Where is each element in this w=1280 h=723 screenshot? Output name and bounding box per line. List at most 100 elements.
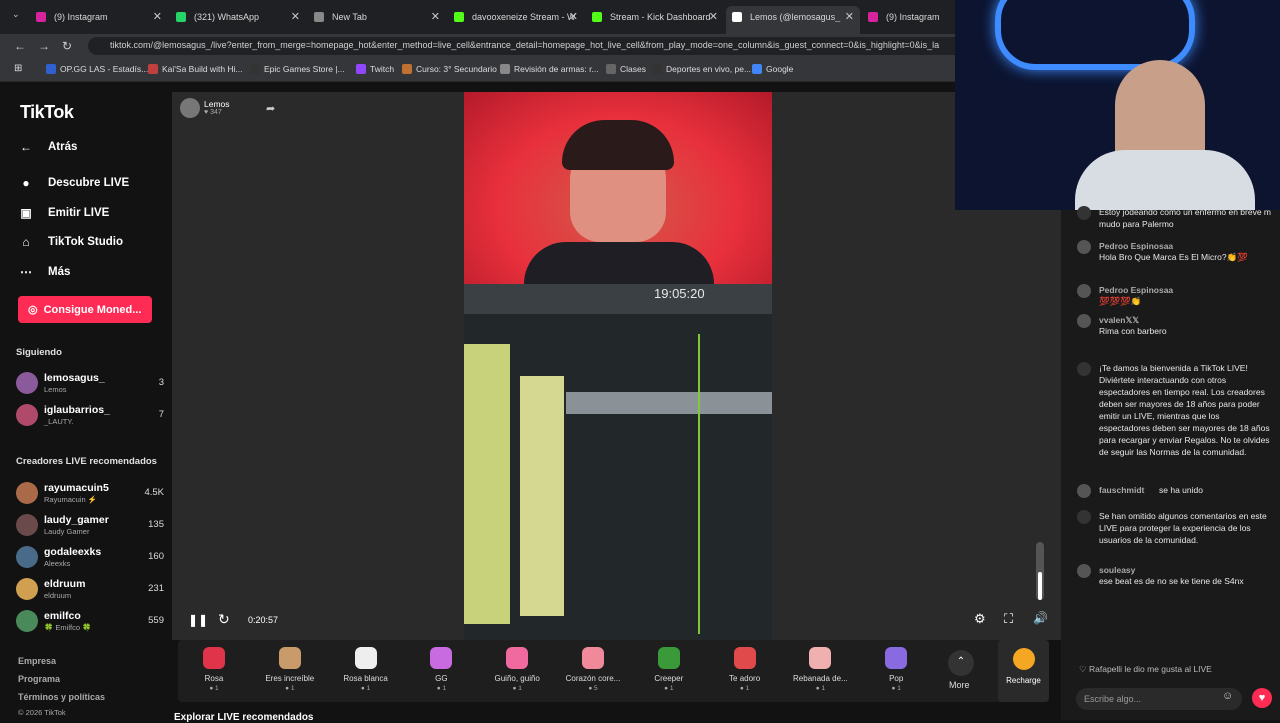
coin-icon: ◎: [28, 304, 38, 316]
gift-name: Eres increíble: [265, 674, 315, 683]
gift-icon: [809, 647, 832, 669]
gift-price: ● 5: [588, 685, 598, 692]
emoji-icon[interactable]: ☺: [1222, 690, 1233, 702]
gift-item[interactable]: Pop ● 1: [860, 640, 932, 702]
sidebar-item-go-live[interactable]: ▣ Emitir LIVE: [18, 206, 109, 220]
tiktok-logo[interactable]: TikTok: [20, 102, 74, 123]
get-coins-button[interactable]: ◎ Consigue Moned...: [18, 296, 152, 323]
bookmark-item[interactable]: Clases: [606, 64, 646, 74]
account-nickname: eldruum: [44, 591, 72, 600]
account-item[interactable]: rayumacuin5 Rayumacuin ⚡ 4.5K: [16, 480, 164, 508]
tiktok-sidebar: TikTok ← Atrás ◎ Consigue Moned... Siguien…: [0, 82, 172, 720]
chat-input[interactable]: Escribe algo...: [1076, 688, 1242, 710]
back-arrow-icon[interactable]: ←: [14, 39, 26, 53]
gift-icon: [354, 647, 377, 669]
tab-close-icon[interactable]: ✕: [153, 10, 162, 23]
gift-item[interactable]: Rosa blanca ● 1: [330, 640, 402, 702]
gift-icon: [506, 647, 529, 669]
footer-link[interactable]: Empresa: [18, 656, 56, 666]
volume-icon[interactable]: 🔊: [1033, 611, 1048, 625]
reload-icon[interactable]: ↻: [62, 39, 72, 53]
sidebar-item-tiktok-studio[interactable]: ⌂ TikTok Studio: [18, 235, 123, 249]
gift-price: ● 1: [739, 685, 750, 692]
browser-tab[interactable]: (9) Instagram ✕: [30, 6, 168, 28]
bookmark-item[interactable]: Curso: 3° Secundario: [402, 64, 497, 74]
sidebar-item-more[interactable]: ⋯ Más: [18, 265, 70, 279]
browser-tab[interactable]: New Tab ✕: [308, 6, 446, 28]
bookmark-favicon-icon: [500, 64, 510, 74]
sidebar-item-discover-live[interactable]: ● Descubre LIVE: [18, 176, 129, 190]
refresh-icon[interactable]: ↻: [218, 611, 230, 628]
streamer-camera: [464, 92, 772, 284]
account-item[interactable]: emilfco 🍀 Emilfco 🍀 559: [16, 608, 164, 636]
gift-price: ● 1: [512, 685, 522, 692]
chat-username[interactable]: fauschmidt: [1099, 484, 1144, 496]
gift-item[interactable]: Te adoro ● 1: [709, 640, 781, 702]
bookmark-item[interactable]: Revisión de armas: r...: [500, 64, 599, 74]
chat-avatar: [1077, 362, 1091, 376]
daw-channel-rack: [464, 344, 510, 624]
bookmark-item[interactable]: OP.GG LAS - Estadís...: [46, 64, 148, 74]
tab-close-icon[interactable]: ✕: [569, 10, 578, 23]
share-icon[interactable]: ➦: [266, 102, 275, 115]
volume-slider[interactable]: [1036, 542, 1044, 600]
tab-close-icon[interactable]: ✕: [431, 10, 440, 23]
favicon-icon: [36, 12, 46, 22]
gift-item[interactable]: Rosa ● 1: [178, 640, 250, 702]
gift-chevron-icon[interactable]: ⌃: [948, 650, 974, 676]
chat-text: Hola Bro Que Marca Es El Micro?👏💯: [1099, 252, 1248, 262]
chat-like-notice: ♡ Rafapelli le dio me gusta al LIVE: [1079, 664, 1212, 674]
gift-item[interactable]: Eres increíble ● 1: [254, 640, 326, 702]
pause-icon[interactable]: ❚❚: [188, 613, 208, 627]
gift-item[interactable]: Guiño, guiño ● 1: [481, 640, 553, 702]
account-item[interactable]: laudy_gamer Laudy Gamer 135: [16, 512, 164, 540]
apps-grid-icon[interactable]: ⊞: [14, 63, 22, 74]
chat-avatar: [1077, 564, 1091, 578]
account-item[interactable]: lemosagus_ Lemos 3: [16, 370, 164, 398]
avatar: [16, 514, 38, 536]
gift-item[interactable]: GG ● 1: [405, 640, 477, 702]
back-link[interactable]: ← Atrás: [18, 140, 77, 154]
gift-name: GG: [435, 674, 448, 683]
bookmark-item[interactable]: Google: [752, 64, 793, 74]
more-gifts-button[interactable]: More: [949, 680, 970, 690]
account-item[interactable]: iglaubarrios_ _LAUTY. 7: [16, 402, 164, 430]
footer-link[interactable]: Programa: [18, 674, 60, 684]
like-heart-button[interactable]: ♥: [1252, 688, 1272, 708]
account-item[interactable]: godaleexks Aleexks 160: [16, 544, 164, 572]
tab-close-icon[interactable]: ✕: [845, 10, 854, 23]
bookmark-item[interactable]: Kai'Sa Build with Hi...: [148, 64, 243, 74]
tab-list-chevron-icon[interactable]: ⌄: [12, 9, 20, 20]
browser-tab[interactable]: (9) Instagram: [862, 6, 954, 28]
tab-label: Lemos (@lemosagus_: [750, 12, 841, 22]
daw-mixer: [520, 376, 564, 616]
gift-item[interactable]: Creeper ● 1: [633, 640, 705, 702]
tab-label: (321) WhatsApp: [194, 12, 260, 22]
browser-tab[interactable]: davooxeneize Stream - W ✕: [448, 6, 584, 28]
bookmark-item[interactable]: Twitch: [356, 64, 394, 74]
bookmark-item[interactable]: Deportes en vivo, pe...: [652, 64, 751, 74]
bookmark-item[interactable]: Epic Games Store |...: [250, 64, 345, 74]
recharge-button[interactable]: Recharge: [998, 640, 1049, 702]
url-field[interactable]: tiktok.com/@lemosagus_/live?enter_from_m…: [88, 37, 955, 55]
favicon-icon: [454, 12, 464, 22]
account-item[interactable]: eldruum eldruum 231: [16, 576, 164, 604]
settings-icon[interactable]: ⚙: [974, 611, 986, 627]
footer-link[interactable]: Términos y políticas: [18, 692, 105, 702]
heart-outline-icon: ♡: [1079, 664, 1087, 674]
viewer-count: 559: [148, 615, 164, 626]
address-bar-row: ← → ↻ tiktok.com/@lemosagus_/live?enter_…: [0, 34, 955, 58]
daw-clock: 19:05:20: [654, 286, 705, 301]
browser-tab[interactable]: Stream - Kick Dashboard ✕: [586, 6, 724, 28]
chat-text: Estoy jodeando como un enfermo en breve …: [1099, 207, 1271, 229]
fullscreen-icon[interactable]: ⛶: [1004, 611, 1013, 627]
host-name: Lemos: [204, 99, 230, 109]
tab-close-icon[interactable]: ✕: [709, 10, 718, 23]
browser-tab[interactable]: (321) WhatsApp ✕: [170, 6, 306, 28]
gift-item[interactable]: Rebanada de... ● 1: [784, 640, 856, 702]
daw-toolbar: [464, 284, 772, 314]
tab-close-icon[interactable]: ✕: [291, 10, 300, 23]
browser-tab[interactable]: Lemos (@lemosagus_ ✕: [726, 6, 860, 34]
gift-item[interactable]: Corazón core... ● 5: [557, 640, 629, 702]
forward-arrow-icon[interactable]: →: [38, 39, 50, 53]
